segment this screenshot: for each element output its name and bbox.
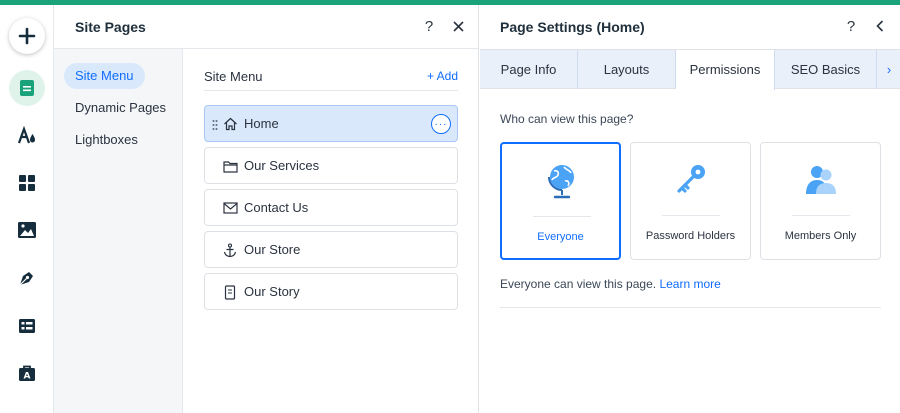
option-divider (662, 215, 720, 216)
site-pages-panel: Site Pages ? Site Menu Dynamic Pages Lig… (54, 5, 479, 413)
add-page-button[interactable]: + Add (427, 69, 458, 83)
tab-permissions[interactable]: Permissions (676, 50, 775, 90)
option-divider (792, 215, 850, 216)
page-label: Our Services (244, 158, 320, 173)
option-label: Password Holders (645, 230, 736, 242)
permission-option-members-only[interactable]: Members Only (760, 142, 881, 260)
folder-icon (222, 158, 238, 174)
page-item-our-store[interactable]: Our Store (204, 231, 458, 268)
permissions-question: Who can view this page? (500, 112, 634, 126)
page-label: Our Store (244, 242, 301, 257)
permission-option-everyone[interactable]: Everyone (500, 142, 621, 260)
svg-text:A: A (24, 372, 31, 382)
portfolio-icon[interactable]: A (9, 355, 45, 391)
cms-icon[interactable] (9, 308, 45, 344)
blog-icon[interactable] (9, 260, 45, 296)
design-icon[interactable] (9, 118, 45, 154)
chevron-left-icon[interactable] (869, 15, 891, 37)
envelope-icon (222, 200, 238, 216)
key-icon (631, 159, 750, 201)
permission-info: Everyone can view this page. Learn more (500, 277, 721, 291)
left-toolbar: A (0, 5, 54, 413)
tab-layouts[interactable]: Layouts (578, 50, 676, 89)
members-icon (761, 159, 880, 201)
page-item-home[interactable]: Home ··· (204, 105, 458, 142)
close-icon[interactable] (447, 15, 469, 37)
page-settings-panel: Page Settings (Home) ? Page Info Layouts… (480, 5, 900, 413)
home-icon (222, 116, 238, 132)
add-icon[interactable] (9, 18, 45, 54)
site-menu-header: Site Menu + Add (204, 67, 458, 91)
permission-option-password-holders[interactable]: Password Holders (630, 142, 751, 260)
site-menu-label: Site Menu (204, 69, 263, 84)
page-label: Home (244, 116, 279, 131)
pages-icon[interactable] (9, 70, 45, 106)
option-divider (533, 216, 591, 217)
document-icon (222, 284, 238, 300)
apps-icon[interactable] (9, 165, 45, 201)
subnav-site-menu[interactable]: Site Menu (64, 63, 145, 89)
page-label: Our Story (244, 284, 300, 299)
option-label: Members Only (784, 230, 857, 242)
question-icon[interactable]: ? (418, 15, 440, 37)
tab-seo-basics[interactable]: SEO Basics (775, 50, 877, 89)
subnav-dynamic-pages[interactable]: Dynamic Pages (64, 95, 177, 121)
settings-tabs: Page Info Layouts Permissions SEO Basics… (480, 49, 900, 90)
settings-title: Page Settings (Home) (500, 19, 645, 35)
drag-handle-icon[interactable] (212, 118, 218, 130)
page-item-our-story[interactable]: Our Story (204, 273, 458, 310)
site-menu-list: Site Menu + Add Home ··· Our Services Co… (183, 49, 479, 413)
page-item-contact-us[interactable]: Contact Us (204, 189, 458, 226)
learn-more-link[interactable]: Learn more (659, 277, 720, 291)
pages-subnav: Site Menu Dynamic Pages Lightboxes (54, 49, 183, 413)
section-divider (500, 307, 881, 308)
globe-icon (502, 160, 619, 202)
question-icon[interactable]: ? (840, 15, 862, 37)
site-pages-header: Site Pages ? (54, 5, 478, 49)
page-item-our-services[interactable]: Our Services (204, 147, 458, 184)
more-actions-icon[interactable]: ··· (431, 114, 451, 134)
panel-title: Site Pages (75, 19, 146, 35)
media-icon[interactable] (9, 212, 45, 248)
subnav-lightboxes[interactable]: Lightboxes (64, 127, 149, 153)
permission-info-text: Everyone can view this page. (500, 277, 657, 291)
option-label: Everyone (537, 231, 584, 243)
tab-page-info[interactable]: Page Info (480, 50, 578, 89)
page-label: Contact Us (244, 200, 309, 215)
tabs-next-button[interactable]: › (878, 50, 900, 89)
anchor-icon (222, 242, 238, 258)
